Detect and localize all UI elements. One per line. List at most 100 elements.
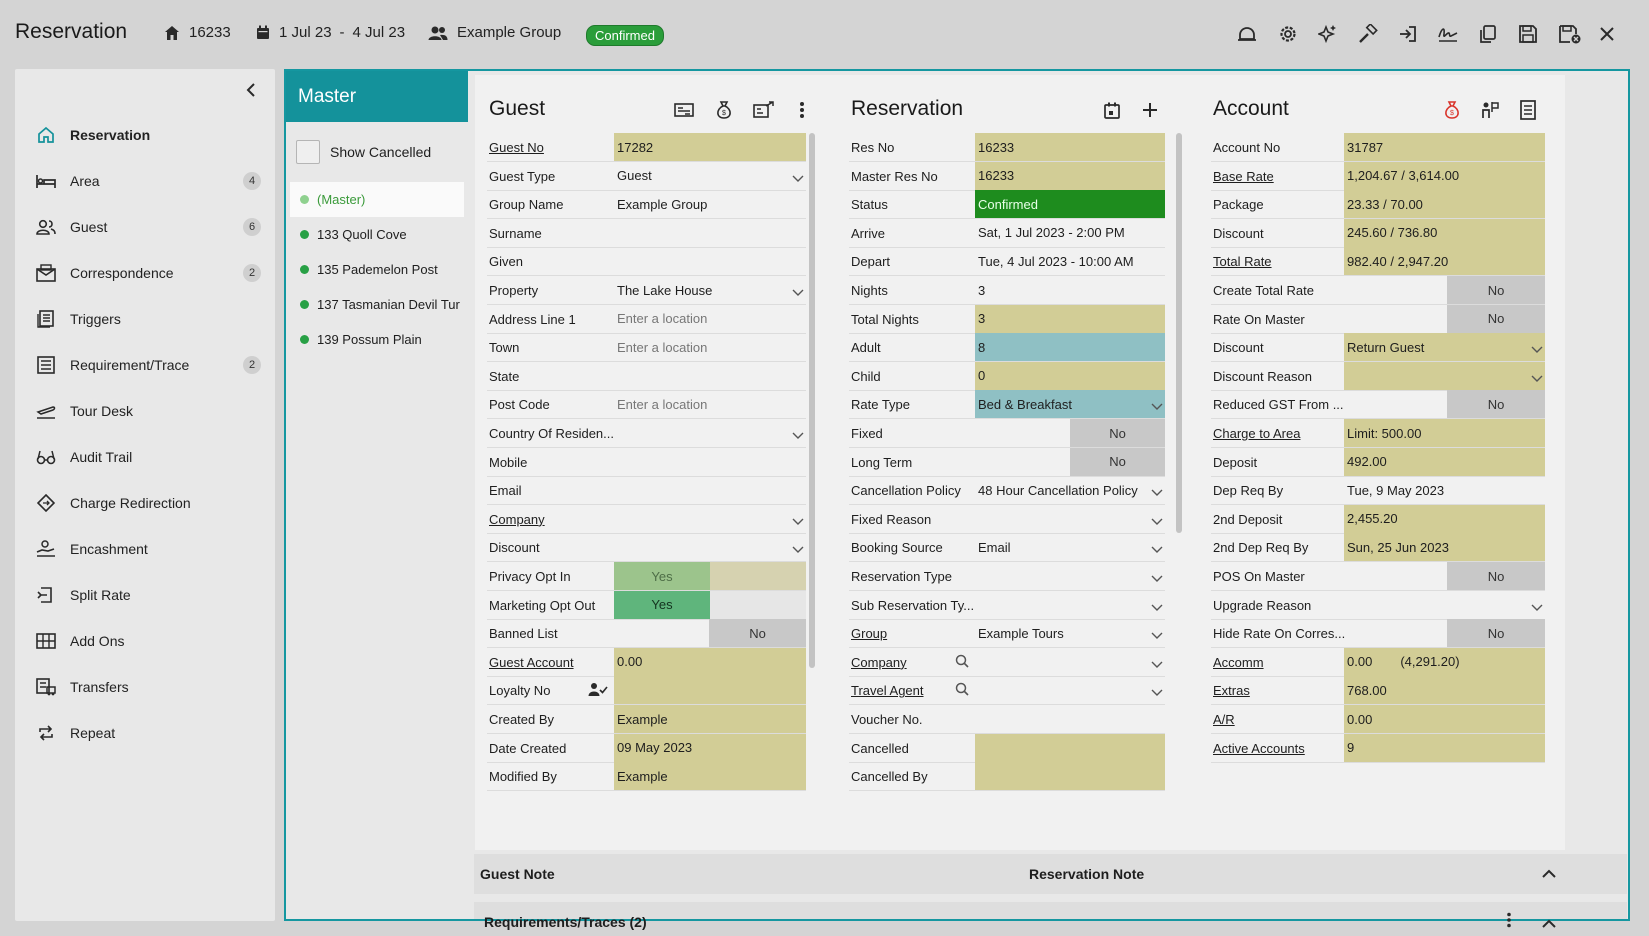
id-card-icon[interactable] <box>673 99 695 121</box>
account-field-value[interactable]: 768.00 <box>1344 676 1545 705</box>
reservation-field-value[interactable]: Email <box>975 533 1165 561</box>
master-list-item[interactable]: 137 Tasmanian Devil Tur <box>290 287 464 322</box>
guest-transfer-icon[interactable] <box>753 99 775 121</box>
show-cancelled-toggle[interactable]: Show Cancelled <box>296 140 431 164</box>
toggle-no[interactable]: No <box>1447 304 1545 333</box>
bell-icon[interactable] <box>1236 23 1258 45</box>
sign-in-icon[interactable] <box>1397 23 1419 45</box>
chevron-down-icon[interactable] <box>792 542 804 557</box>
reservation-field-value[interactable] <box>975 505 1165 533</box>
account-field-value[interactable]: 2,455.20 <box>1344 504 1545 533</box>
reservation-field-value[interactable]: 0 <box>975 361 1165 390</box>
account-field-value[interactable]: 0.00 (4,291.20) <box>1344 647 1545 676</box>
sidebar-item-triggers[interactable]: Triggers <box>36 307 261 331</box>
account-field-value[interactable] <box>1344 591 1545 619</box>
chevron-down-icon[interactable] <box>1531 371 1543 386</box>
chevron-down-icon[interactable] <box>1531 600 1543 615</box>
sidebar-item-correspondence[interactable]: Correspondence 2 <box>36 261 261 285</box>
sidebar-item-charge-redirection[interactable]: Charge Redirection <box>36 491 261 515</box>
guest-field-value[interactable]: Example <box>614 762 806 791</box>
account-field-label[interactable]: A/R <box>1213 712 1235 727</box>
person-flag-icon[interactable] <box>1479 99 1501 121</box>
sidebar-item-area[interactable]: Area 4 <box>36 169 261 193</box>
guest-field-value[interactable]: Enter a location <box>614 333 806 361</box>
sparkle-icon[interactable] <box>1317 23 1339 45</box>
guest-field-value[interactable]: 09 May 2023 <box>614 733 806 762</box>
chevron-down-icon[interactable] <box>1151 571 1163 586</box>
chevron-down-icon[interactable] <box>792 171 804 186</box>
guest-field-value[interactable]: Enter a location <box>614 305 806 333</box>
more-vert-icon[interactable] <box>1506 912 1512 931</box>
chevron-down-icon[interactable] <box>1151 485 1163 500</box>
guest-field-value[interactable] <box>614 533 806 561</box>
sidebar-item-split-rate[interactable]: Split Rate <box>36 583 261 607</box>
toggle-empty[interactable] <box>710 562 806 590</box>
account-field-value[interactable] <box>1344 361 1545 390</box>
collapse-sidebar-icon[interactable] <box>245 83 257 100</box>
person-check-icon[interactable] <box>588 682 608 701</box>
account-field-value[interactable]: 9 <box>1344 733 1545 762</box>
toggle-empty[interactable] <box>710 590 806 619</box>
guest-field-value[interactable]: 0.00 <box>614 647 806 676</box>
account-field-label[interactable]: Active Accounts <box>1213 741 1305 756</box>
account-field-value[interactable]: Return Guest <box>1344 333 1545 362</box>
scrollbar[interactable] <box>809 133 815 668</box>
guest-field-label[interactable]: Guest No <box>489 140 544 155</box>
chevron-down-icon[interactable] <box>792 285 804 300</box>
master-list-item[interactable]: 139 Possum Plain <box>290 322 464 357</box>
hammer-icon[interactable] <box>1357 23 1379 45</box>
reservation-field-value[interactable]: Example Tours <box>975 619 1165 647</box>
toggle-no[interactable]: No <box>709 619 806 648</box>
add-icon[interactable] <box>1139 99 1161 121</box>
notes-bar[interactable]: Guest Note Reservation Note <box>474 854 1627 894</box>
reservation-field-label[interactable]: Travel Agent <box>851 683 924 698</box>
guest-field-value[interactable]: Enter a location <box>614 390 806 418</box>
reservation-field-value[interactable] <box>975 762 1165 791</box>
reservation-field-value[interactable] <box>975 562 1165 590</box>
calendar-icon[interactable] <box>1101 99 1123 121</box>
chevron-up-icon[interactable] <box>1542 866 1556 882</box>
toggle-no[interactable]: No <box>1070 447 1165 476</box>
reservation-field-value[interactable]: 3 <box>975 276 1165 304</box>
toggle-no[interactable]: No <box>1070 419 1165 447</box>
reservation-field-value[interactable] <box>975 733 1165 762</box>
chevron-down-icon[interactable] <box>1531 342 1543 357</box>
sidebar-item-transfers[interactable]: Transfers <box>36 675 261 699</box>
toggle-no[interactable]: No <box>1447 276 1545 304</box>
reservation-field-value[interactable]: Sat, 1 Jul 2023 - 2:00 PM <box>975 219 1165 247</box>
close-icon[interactable] <box>1596 23 1618 45</box>
sidebar-item-repeat[interactable]: Repeat <box>36 721 261 745</box>
reservation-field-value[interactable]: Bed & Breakfast <box>975 390 1165 419</box>
reservation-field-value[interactable]: Confirmed <box>975 190 1165 219</box>
guest-field-value[interactable]: Guest <box>614 162 806 190</box>
reservation-field-value[interactable]: Tue, 4 Jul 2023 - 10:00 AM <box>975 247 1165 275</box>
account-field-value[interactable]: 245.60 / 736.80 <box>1344 218 1545 247</box>
chevron-up-icon[interactable] <box>1542 916 1556 932</box>
sidebar-item-reservation[interactable]: Reservation <box>36 123 261 147</box>
guest-field-value[interactable] <box>614 505 806 533</box>
sidebar-item-add-ons[interactable]: Add Ons <box>36 629 261 653</box>
guest-field-value[interactable] <box>614 448 806 476</box>
master-list-item[interactable]: 133 Quoll Cove <box>290 217 464 252</box>
account-field-value[interactable]: 31787 <box>1344 133 1545 161</box>
chevron-down-icon[interactable] <box>792 428 804 443</box>
sidebar-item-tour-desk[interactable]: Tour Desk <box>36 399 261 423</box>
reservation-field-value[interactable] <box>975 648 1165 676</box>
guest-field-label[interactable]: Guest Account <box>489 655 574 670</box>
toggle-no[interactable]: No <box>1447 619 1545 648</box>
account-field-label[interactable]: Total Rate <box>1213 254 1272 269</box>
signature-icon[interactable] <box>1437 23 1459 45</box>
money-bag-icon[interactable]: $ <box>1441 99 1463 121</box>
guest-field-value[interactable] <box>614 219 806 247</box>
account-field-value[interactable]: Sun, 25 Jun 2023 <box>1344 533 1545 562</box>
sidebar-item-requirement-trace[interactable]: Requirement/Trace 2 <box>36 353 261 377</box>
guest-field-value[interactable]: The Lake House <box>614 276 806 304</box>
reservation-field-value[interactable] <box>975 676 1165 704</box>
chevron-down-icon[interactable] <box>1151 600 1163 615</box>
guest-field-value[interactable]: Example <box>614 705 806 733</box>
invoice-icon[interactable] <box>1517 99 1539 121</box>
reservation-field-label[interactable]: Group <box>851 626 887 641</box>
guest-field-value[interactable]: 17282 <box>614 133 806 161</box>
reservation-field-value[interactable]: 48 Hour Cancellation Policy <box>975 476 1165 504</box>
account-field-label[interactable]: Base Rate <box>1213 169 1274 184</box>
